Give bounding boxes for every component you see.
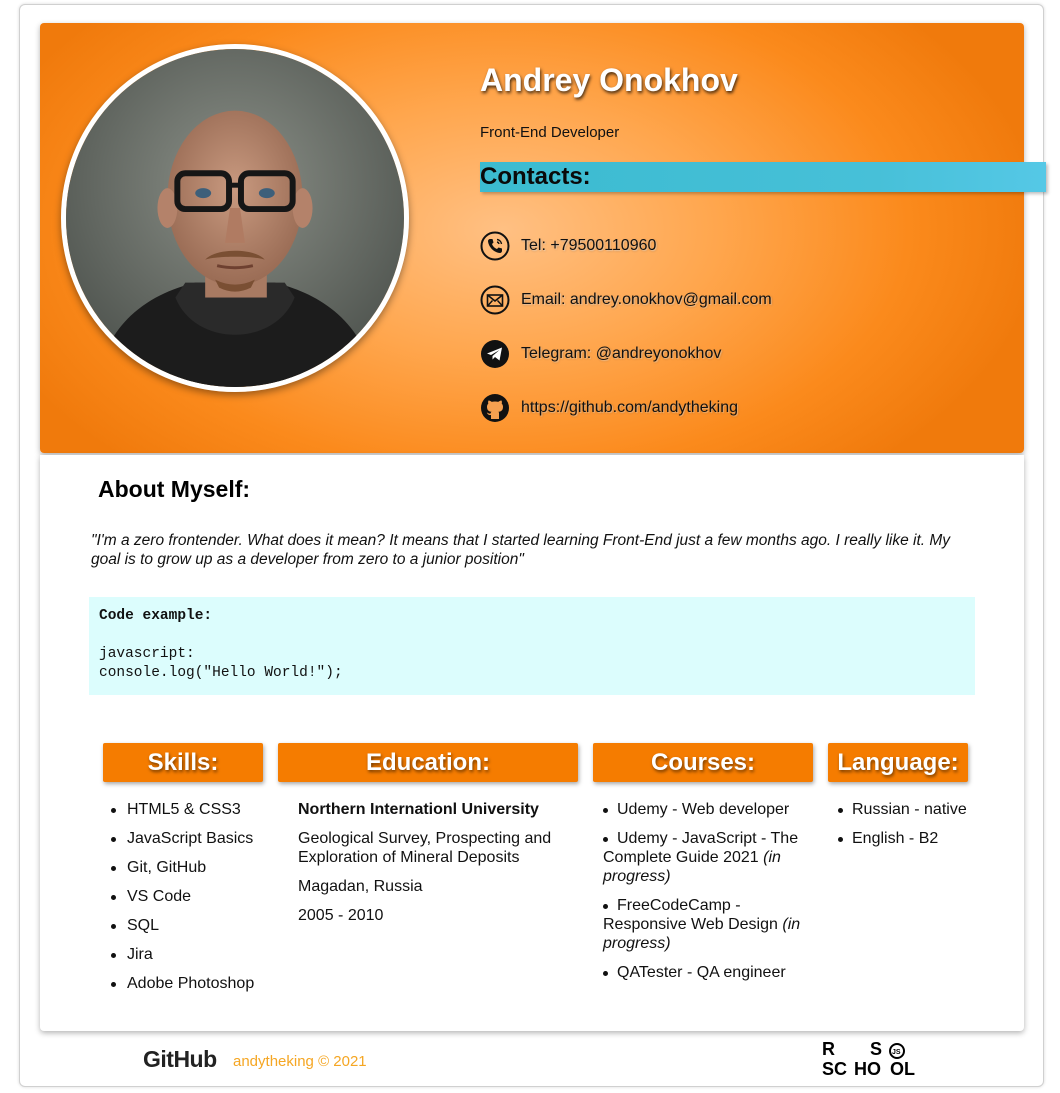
list-item: SQL	[111, 916, 276, 935]
education-years: 2005 - 2010	[298, 907, 384, 924]
code-example: Code example: javascript: console.log("H…	[89, 597, 975, 695]
contact-email-text: Email: andrey.onokhov@gmail.com	[521, 291, 772, 308]
list-item: Udemy - Web developer	[603, 800, 813, 819]
contacts-title: Contacts:	[480, 163, 591, 190]
contact-phone-text: Tel: +79500110960	[521, 237, 657, 254]
svg-text:JS: JS	[892, 1049, 901, 1056]
profile-position: Front-End Developer	[480, 124, 620, 141]
svg-text:OL: OL	[890, 1059, 915, 1078]
list-item: FreeCodeCamp - Responsive Web Design (in…	[603, 896, 813, 953]
language-list: Russian - native English - B2	[838, 800, 988, 858]
courses-list: Udemy - Web developer Udemy - JavaScript…	[603, 800, 813, 992]
contact-phone[interactable]: Tel: +79500110960	[480, 230, 656, 262]
skills-heading: Skills:	[103, 743, 263, 782]
rs-school-logo[interactable]: R S SC HO OL JS	[820, 1039, 924, 1079]
list-item: Udemy - JavaScript - The Complete Guide …	[603, 829, 813, 886]
list-item: QATester - QA engineer	[603, 963, 813, 982]
svg-text:SC: SC	[822, 1059, 847, 1078]
contact-github-link: https://github.com/andytheking	[521, 399, 739, 416]
contact-telegram[interactable]: Telegram: @andreyonokhov	[480, 338, 721, 370]
list-item: Russian - native	[838, 800, 988, 819]
code-line-1: javascript:	[99, 646, 195, 662]
contact-github[interactable]: https://github.com/andytheking	[480, 392, 738, 424]
svg-text:S: S	[870, 1040, 882, 1059]
profile-name: Andrey Onokhov	[480, 62, 738, 98]
list-item: VS Code	[111, 887, 276, 906]
github-icon	[480, 393, 510, 423]
university-name: Northern Internationl University	[298, 801, 539, 818]
contact-telegram-text: Telegram: @andreyonokhov	[521, 345, 722, 362]
github-logo[interactable]: GitHub	[143, 1046, 217, 1073]
list-item: English - B2	[838, 829, 988, 848]
contact-email[interactable]: Email: andrey.onokhov@gmail.com	[480, 284, 772, 316]
education-location: Magadan, Russia	[298, 878, 423, 895]
courses-heading: Courses:	[593, 743, 813, 782]
about-title: About Myself:	[98, 476, 251, 502]
education-heading: Education:	[278, 743, 578, 782]
svg-text:R: R	[822, 1040, 835, 1059]
list-item: JavaScript Basics	[111, 829, 276, 848]
about-text: "I'm a zero frontender. What does it mea…	[91, 532, 951, 568]
code-heading: Code example:	[99, 608, 213, 624]
language-heading: Language:	[828, 743, 968, 782]
footer-copyright: andytheking © 2021	[233, 1053, 367, 1070]
list-item: HTML5 & CSS3	[111, 800, 276, 819]
phone-icon	[480, 231, 510, 261]
svg-text:HO: HO	[854, 1059, 881, 1078]
telegram-icon	[480, 339, 510, 369]
profile-photo	[61, 44, 409, 392]
code-line-2: console.log("Hello World!");	[99, 665, 343, 681]
email-icon	[480, 285, 510, 315]
list-item: Git, GitHub	[111, 858, 276, 877]
education-block: Northern Internationl University Geologi…	[298, 800, 573, 935]
faculty-name: Geological Survey, Prospecting and Explo…	[298, 830, 552, 866]
list-item: Jira	[111, 945, 276, 964]
list-item: Adobe Photoshop	[111, 974, 276, 993]
skills-list: HTML5 & CSS3 JavaScript Basics Git, GitH…	[111, 800, 276, 1003]
